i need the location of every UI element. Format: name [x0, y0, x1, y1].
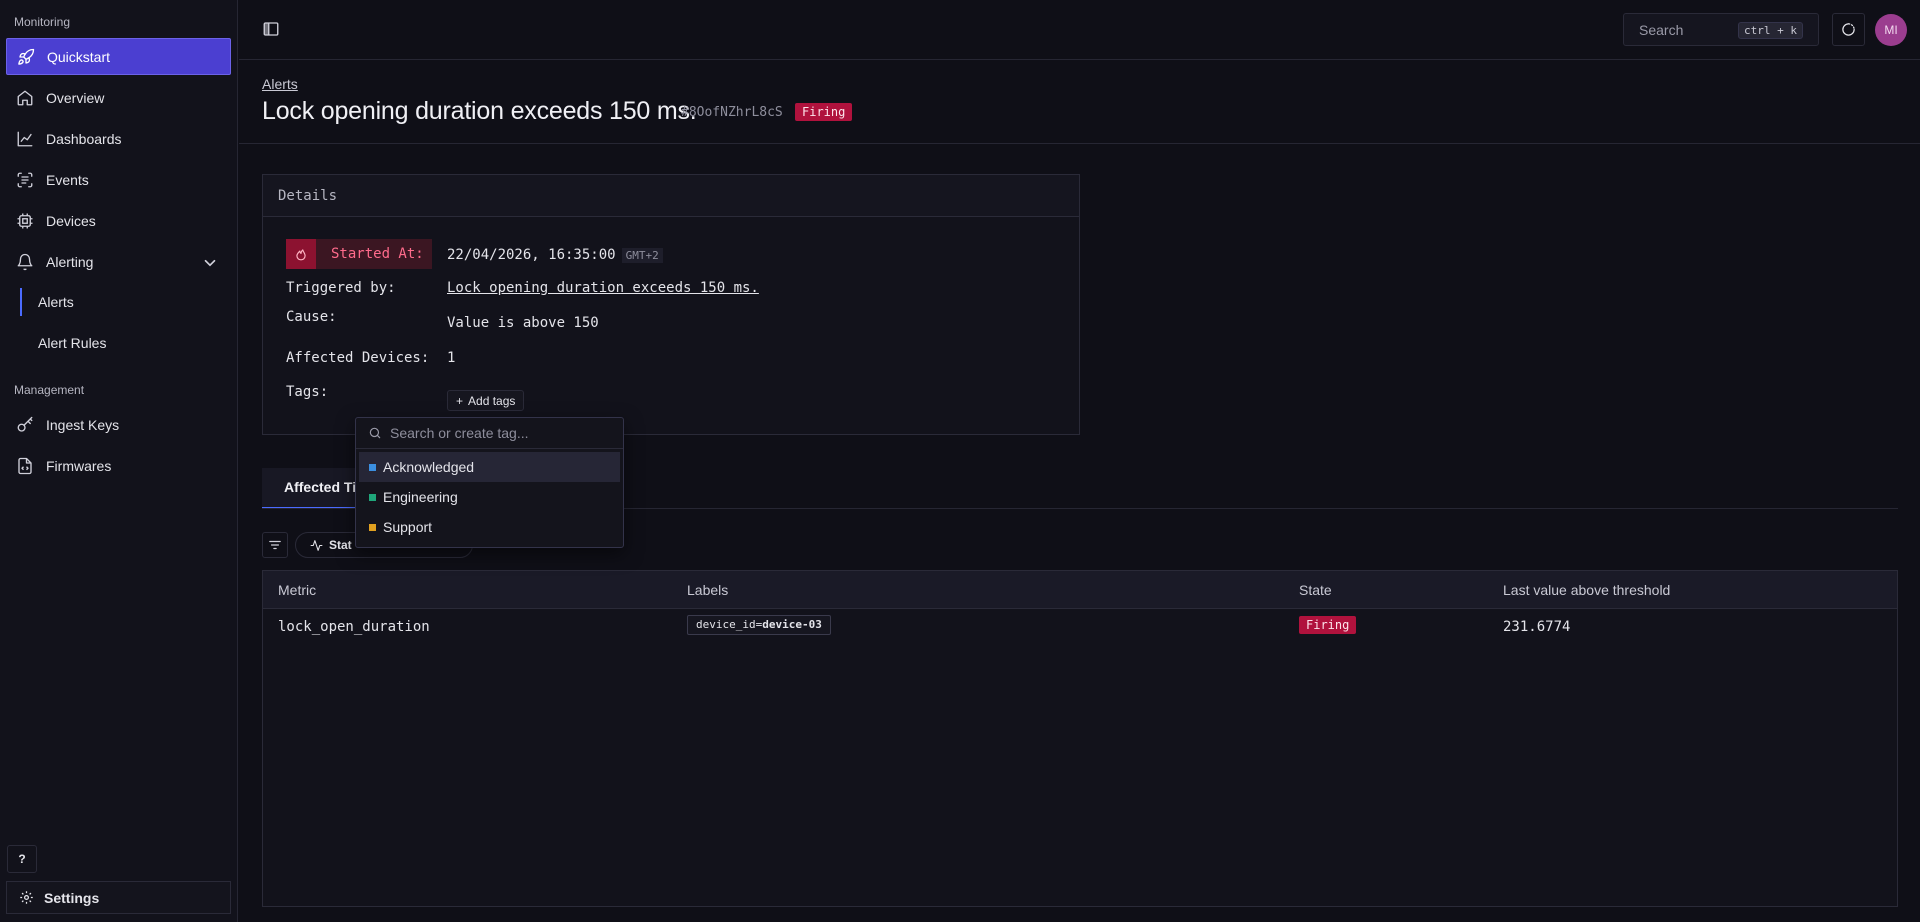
sidebar-item-overview[interactable]: Overview: [6, 79, 231, 116]
settings-label: Settings: [44, 889, 100, 906]
table-header: Metric Labels State Last value above thr…: [263, 571, 1897, 609]
bell-icon: [17, 253, 33, 270]
plus-icon: +: [456, 393, 464, 408]
tags-label: Tags:: [286, 384, 329, 400]
search-placeholder: Search: [1639, 21, 1684, 38]
tag-color-swatch: [369, 493, 376, 501]
theme-toggle-button[interactable]: [1832, 13, 1865, 46]
chevron-down-icon[interactable]: [201, 254, 219, 272]
metric-cell: lock_open_duration: [278, 619, 430, 635]
add-tags-label: Add tags: [468, 393, 516, 408]
search-input[interactable]: Search ctrl + k: [1623, 13, 1819, 46]
search-shortcut-badge: ctrl + k: [1738, 22, 1803, 39]
details-heading: Details: [263, 175, 1079, 217]
triggered-by-link[interactable]: Lock opening duration exceeds 150 ms.: [447, 280, 759, 296]
table-row[interactable]: lock_open_duration device_id=device-03 F…: [263, 609, 1897, 645]
sidebar-item-alerts[interactable]: Alerts: [38, 294, 74, 310]
sidebar: Monitoring Quickstart Overview Dashboard…: [0, 0, 238, 922]
sidebar-item-devices[interactable]: Devices: [6, 202, 231, 239]
triggered-by-label: Triggered by:: [286, 280, 396, 296]
sidebar-item-firmwares[interactable]: Firmwares: [6, 447, 231, 484]
theme-toggle-icon: [1842, 23, 1855, 36]
active-subitem-indicator: [20, 288, 22, 316]
status-badge: Firing: [795, 103, 853, 121]
alert-id: #8OofNZhrL8cS: [681, 105, 783, 120]
top-bar: Search ctrl + k MI: [239, 0, 1920, 60]
started-at-badge: Started At:: [286, 239, 432, 269]
tag-option-engineering[interactable]: Engineering: [359, 482, 620, 512]
last-value-cell: 231.6774: [1503, 619, 1571, 635]
started-at-value: 22/04/2026, 16:35:00 GMT+2: [447, 247, 663, 263]
tag-option-label: Support: [383, 519, 433, 535]
sidebar-item-quickstart[interactable]: Quickstart: [6, 38, 231, 75]
divider: [239, 143, 1920, 144]
state-filter-label: Stat: [329, 538, 352, 552]
affected-devices-label: Affected Devices:: [286, 350, 430, 366]
help-button[interactable]: ?: [7, 845, 37, 873]
sidebar-item-label: Quickstart: [47, 48, 111, 65]
sidebar-toggle-icon[interactable]: [262, 20, 280, 38]
sidebar-item-alert-rules[interactable]: Alert Rules: [38, 335, 106, 351]
settings-button[interactable]: Settings: [6, 881, 231, 914]
status-badge: Firing: [1299, 616, 1357, 634]
search-icon: [369, 427, 381, 439]
column-header-last-value[interactable]: Last value above threshold: [1503, 582, 1670, 598]
cause-label: Cause:: [286, 309, 337, 325]
tag-option-acknowledged[interactable]: Acknowledged: [359, 452, 620, 482]
column-header-state[interactable]: State: [1299, 582, 1332, 598]
breadcrumb[interactable]: Alerts: [262, 76, 298, 92]
sidebar-item-alerting[interactable]: Alerting: [6, 243, 231, 280]
tag-option-label: Engineering: [383, 489, 458, 505]
tag-color-swatch: [369, 523, 376, 531]
gear-icon: [20, 891, 33, 904]
tag-option-support[interactable]: Support: [359, 512, 620, 542]
sidebar-item-label: Firmwares: [46, 457, 112, 474]
activity-icon: [310, 539, 323, 551]
sidebar-item-label: Alerting: [46, 253, 94, 270]
sidebar-item-label: Ingest Keys: [46, 416, 120, 433]
label-chip: device_id=device-03: [687, 615, 831, 635]
sidebar-item-label: Devices: [46, 212, 96, 229]
started-at-time: 22/04/2026, 16:35:00: [447, 247, 616, 263]
flame-icon: [286, 239, 316, 269]
column-header-labels[interactable]: Labels: [687, 582, 728, 598]
sidebar-item-label: Dashboards: [46, 130, 122, 147]
affected-devices-value: 1: [447, 350, 456, 366]
add-tags-button[interactable]: + Add tags: [447, 390, 525, 411]
filter-button[interactable]: [262, 532, 288, 558]
timezone-badge: GMT+2: [621, 248, 663, 263]
started-at-label: Started At:: [331, 246, 424, 262]
sidebar-item-label: Overview: [46, 89, 105, 106]
page-title: Lock opening duration exceeds 150 ms.: [262, 97, 697, 125]
affected-timeseries-table: Metric Labels State Last value above thr…: [262, 570, 1898, 907]
details-card: Details Started At: 22/04/2026, 16:35:00…: [262, 174, 1080, 435]
label-key: device_id=: [696, 618, 763, 631]
section-management-label: Management: [14, 383, 85, 397]
tag-search-input[interactable]: Search or create tag...: [356, 418, 623, 449]
column-header-metric[interactable]: Metric: [278, 582, 316, 598]
label-value: device-03: [762, 618, 822, 631]
tag-color-swatch: [369, 463, 376, 471]
section-monitoring-label: Monitoring: [14, 15, 71, 29]
file-code-icon: [18, 457, 32, 474]
chip-icon: [17, 213, 33, 228]
line-chart-icon: [17, 131, 33, 146]
sidebar-item-dashboards[interactable]: Dashboards: [6, 120, 231, 157]
filter-icon: [269, 540, 281, 550]
rocket-icon: [18, 48, 35, 65]
tag-search-placeholder: Search or create tag...: [390, 425, 529, 441]
sidebar-item-ingest-keys[interactable]: Ingest Keys: [6, 406, 231, 443]
cause-value: Value is above 150: [447, 315, 599, 331]
sidebar-item-events[interactable]: Events: [6, 161, 231, 198]
key-icon: [17, 416, 33, 432]
avatar[interactable]: MI: [1875, 14, 1907, 46]
sidebar-item-label: Events: [46, 171, 89, 188]
list-scan-icon: [17, 172, 33, 187]
tag-option-label: Acknowledged: [383, 459, 475, 475]
home-icon: [17, 90, 33, 105]
tag-dropdown: Search or create tag... Acknowledged Eng…: [355, 417, 624, 548]
